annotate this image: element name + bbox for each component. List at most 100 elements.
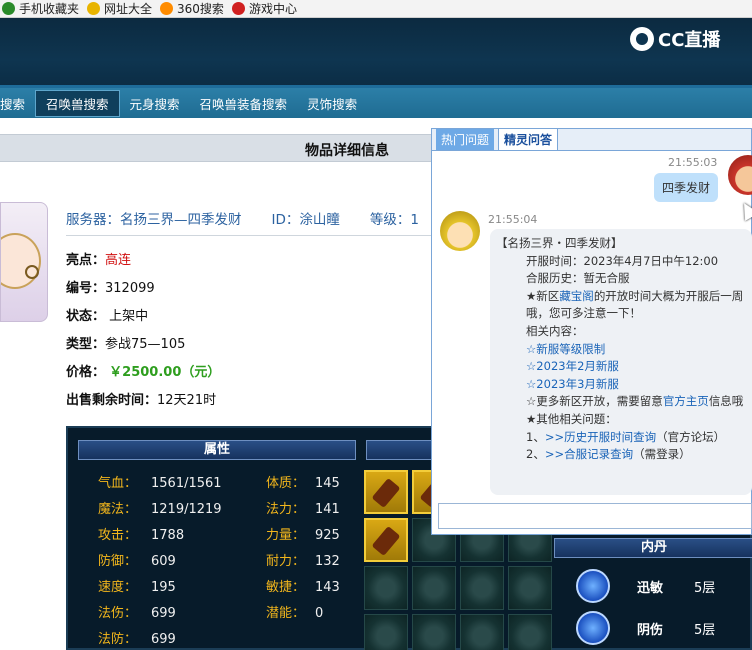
nav-item-search[interactable]: 搜索 xyxy=(0,91,35,116)
bookmark-icon xyxy=(87,2,101,15)
history-open-time-link[interactable]: >>历史开服时间查询 xyxy=(545,430,656,444)
bookmark-label: 游戏中心 xyxy=(248,2,297,16)
bookmark-item[interactable]: 游戏中心 xyxy=(231,0,297,17)
attr-attack: 攻击： 1788 xyxy=(98,524,184,543)
attr-key: 魔法： xyxy=(98,502,138,517)
character-avatar xyxy=(0,202,48,322)
nav-item-pet-search[interactable]: 召唤兽搜索 xyxy=(35,89,120,117)
question-2: 2、>>合服记录查询（需登录） xyxy=(496,446,746,464)
other-questions-label: ★其他相关问题： xyxy=(526,411,617,426)
q2-suffix: （需登录） xyxy=(633,447,691,462)
attr-key: 潜能： xyxy=(266,606,306,621)
neidan-icon xyxy=(576,569,610,603)
chat-input[interactable] xyxy=(438,503,752,529)
avatar-glasses xyxy=(25,265,39,279)
neidan-name: 阴伤 xyxy=(636,622,663,638)
equipment-slot[interactable] xyxy=(364,614,408,650)
attr-key: 法防： xyxy=(98,632,138,647)
related-link[interactable]: ☆2023年2月新服 xyxy=(496,358,746,376)
attr-agility: 敏捷： 143 xyxy=(266,576,340,595)
equipment-slot[interactable] xyxy=(508,566,552,610)
more-suffix: 信息哦 xyxy=(708,394,744,409)
page-title: 物品详细信息 xyxy=(305,143,389,159)
number-row: 编号：312099 xyxy=(66,277,155,296)
type-row: 类型：参战75—105 xyxy=(66,333,185,352)
bot-line: 【名扬三界・四季发财】 xyxy=(496,236,623,250)
nav-item-ornament-search[interactable]: 灵饰搜索 xyxy=(297,91,367,116)
bookmark-label: 360搜索 xyxy=(177,2,224,16)
equipment-slot[interactable] xyxy=(364,470,408,514)
neidan-heading: 内丹 xyxy=(554,538,752,558)
neidan-level: 5层 xyxy=(694,580,716,596)
tab-hot-questions[interactable]: 热门问题 xyxy=(436,129,495,150)
tab-sprite-qa[interactable]: 精灵问答 xyxy=(498,128,559,150)
equipment-slot[interactable] xyxy=(460,614,504,650)
equipment-slot[interactable] xyxy=(364,566,408,610)
bookmark-item[interactable]: 360搜索 xyxy=(160,0,224,17)
bookmarks-bar: 手机收藏夹 网址大全 360搜索 游戏中心 xyxy=(0,0,752,18)
merge-record-link[interactable]: >>合服记录查询 xyxy=(545,447,633,461)
bookmark-label: 手机收藏夹 xyxy=(19,2,80,16)
user-message-time: 21:55:03 xyxy=(668,156,718,169)
attr-value: 1788 xyxy=(151,528,185,543)
avatar-face xyxy=(1,233,41,289)
attr-key: 气血： xyxy=(98,476,138,491)
nav-item-pet-equip-search[interactable]: 召唤兽装备搜索 xyxy=(190,91,298,116)
attr-key: 体质： xyxy=(266,476,306,491)
attr-value: 143 xyxy=(315,580,340,595)
attr-value: 699 xyxy=(151,632,176,647)
bookmark-label: 网址大全 xyxy=(104,2,153,16)
logo[interactable]: CC直播 xyxy=(630,26,720,52)
user-message: 四季发财 xyxy=(654,173,719,202)
bot-message-time: 21:55:04 xyxy=(488,213,538,226)
id-label: ID： xyxy=(271,212,300,228)
equipment-slot[interactable] xyxy=(412,614,456,650)
bookmark-icon xyxy=(231,2,245,15)
notice-prefix: ★新区 xyxy=(526,288,560,303)
attr-value: 132 xyxy=(315,554,340,569)
site-header: CC直播 xyxy=(0,18,752,88)
server-value: 名扬三界—四季发财 xyxy=(120,212,242,228)
related-link[interactable]: ☆新服等级限制 xyxy=(496,341,746,359)
related-link[interactable]: ☆2023年3月新服 xyxy=(496,376,746,394)
neidan-level: 5层 xyxy=(694,622,716,638)
equipment-slot[interactable] xyxy=(508,614,552,650)
attr-value: 1219/1219 xyxy=(151,502,222,517)
type-label: 类型： xyxy=(66,337,106,352)
related-label: 相关内容： xyxy=(526,323,584,338)
more-prefix: ☆更多新区开放，需要留意 xyxy=(526,394,663,409)
cangbaoge-link[interactable]: 藏宝阁 xyxy=(559,289,594,303)
price-row: 价格： ￥2500.00（元） xyxy=(66,361,220,380)
attr-value: 699 xyxy=(151,606,176,621)
status-value: 上架中 xyxy=(109,309,149,324)
neidan-item[interactable]: 阴伤 5层 xyxy=(576,610,752,646)
official-site-link[interactable]: 官方主页 xyxy=(663,394,709,408)
remaining-time-row: 出售剩余时间：12天21时 xyxy=(66,389,216,408)
main-nav: 搜索 召唤兽搜索 元身搜索 召唤兽装备搜索 灵饰搜索 xyxy=(0,88,752,118)
attr-magic-defense: 法防： 699 xyxy=(98,628,176,647)
bookmark-item[interactable]: 手机收藏夹 xyxy=(2,0,79,17)
equipment-slot[interactable] xyxy=(412,566,456,610)
equipment-slot[interactable] xyxy=(460,566,504,610)
neidan-item[interactable]: 迅敏 5层 xyxy=(576,568,752,604)
attr-key: 敏捷： xyxy=(266,580,306,595)
attributes-heading: 属性 xyxy=(78,440,356,460)
attr-strength: 力量： 925 xyxy=(266,524,340,543)
highlight-row: 亮点：高连 xyxy=(66,249,131,268)
bot-line: 开服时间：2023年4月7日中午12:00 xyxy=(526,253,719,268)
attr-key: 速度： xyxy=(98,580,138,595)
bot-line: 合服历史：暂无合服 xyxy=(526,271,630,286)
bookmark-item[interactable]: 网址大全 xyxy=(87,0,152,17)
q1-suffix: （官方论坛） xyxy=(656,429,726,444)
equipment-slot[interactable] xyxy=(364,518,408,562)
id-value: 涂山瞳 xyxy=(299,212,340,228)
attr-value: 925 xyxy=(315,528,340,543)
equipment-heading xyxy=(366,440,436,460)
assistant-avatar xyxy=(440,211,480,251)
number-value: 312099 xyxy=(105,281,155,296)
nav-item-body-search[interactable]: 元身搜索 xyxy=(120,91,190,116)
attr-potential: 潜能： 0 xyxy=(266,602,323,621)
level-label: 等级： xyxy=(369,212,411,228)
more-info: ☆更多新区开放，需要留意官方主页信息哦 xyxy=(496,393,746,411)
neidan-name: 迅敏 xyxy=(636,580,663,596)
